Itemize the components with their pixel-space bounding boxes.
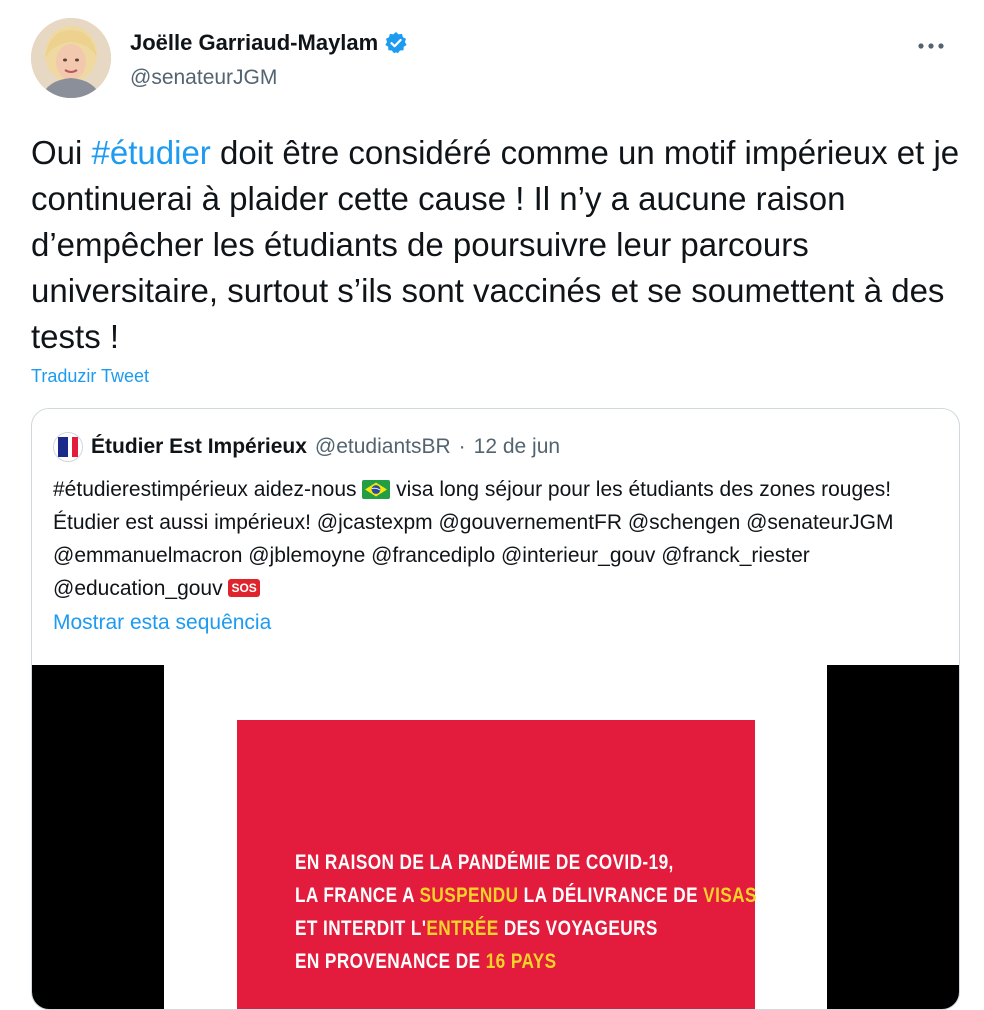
media-letterbox-left	[32, 665, 164, 1009]
quoted-handle[interactable]: @etudiantsBR	[315, 435, 451, 459]
media-red-card: EN RAISON DE LA PANDÉMIE DE COVID-19, LA…	[237, 720, 757, 1009]
verified-badge-icon	[384, 31, 408, 55]
tweet-header: Joëlle Garriaud-Maylam @senateurJGM	[31, 18, 961, 102]
quoted-text-part1: #étudierestimpérieux aidez-nous	[53, 478, 363, 501]
media-letterbox-right	[827, 665, 959, 1009]
author-display-name[interactable]: Joëlle Garriaud-Maylam	[130, 30, 378, 56]
tweet-text-before: Oui	[31, 134, 92, 171]
media-line-2: LA FRANCE A SUSPENDU LA DÉLIVRANCE DE VI…	[295, 884, 757, 907]
quoted-media-image[interactable]: EN RAISON DE LA PANDÉMIE DE COVID-19, LA…	[32, 665, 959, 1009]
show-thread-link[interactable]: Mostrar esta sequência	[53, 611, 271, 635]
brazil-flag-icon	[362, 476, 391, 499]
quoted-avatar[interactable]	[53, 432, 83, 462]
quoted-date[interactable]: 12 de jun	[474, 435, 560, 459]
media-card-text: EN RAISON DE LA PANDÉMIE DE COVID-19, LA…	[295, 846, 757, 978]
quoted-separator: ·	[458, 435, 466, 458]
quoted-display-name[interactable]: Étudier Est Impérieux	[91, 435, 307, 459]
author-handle[interactable]: @senateurJGM	[130, 66, 277, 90]
media-line-3: ET INTERDIT L'ENTRÉE DES VOYAGEURS	[295, 917, 658, 940]
sos-icon: SOS	[228, 579, 260, 597]
quoted-tweet-header: Étudier Est Impérieux @etudiantsBR · 12 …	[53, 432, 560, 462]
more-icon[interactable]	[917, 26, 945, 57]
media-line-1: EN RAISON DE LA PANDÉMIE DE COVID-19,	[295, 851, 674, 874]
quoted-text: #étudierestimpérieux aidez-nous visa lon…	[53, 473, 933, 605]
author-avatar[interactable]	[31, 18, 111, 98]
hashtag-link[interactable]: #étudier	[92, 134, 211, 171]
media-line-4: EN PROVENANCE DE 16 PAYS	[295, 950, 557, 973]
translate-tweet-link[interactable]: Traduzir Tweet	[31, 366, 149, 387]
quoted-tweet[interactable]: Étudier Est Impérieux @etudiantsBR · 12 …	[31, 408, 960, 1010]
tweet-text: Oui #étudier doit être considéré comme u…	[31, 130, 966, 360]
author-name-row: Joëlle Garriaud-Maylam	[130, 30, 408, 56]
